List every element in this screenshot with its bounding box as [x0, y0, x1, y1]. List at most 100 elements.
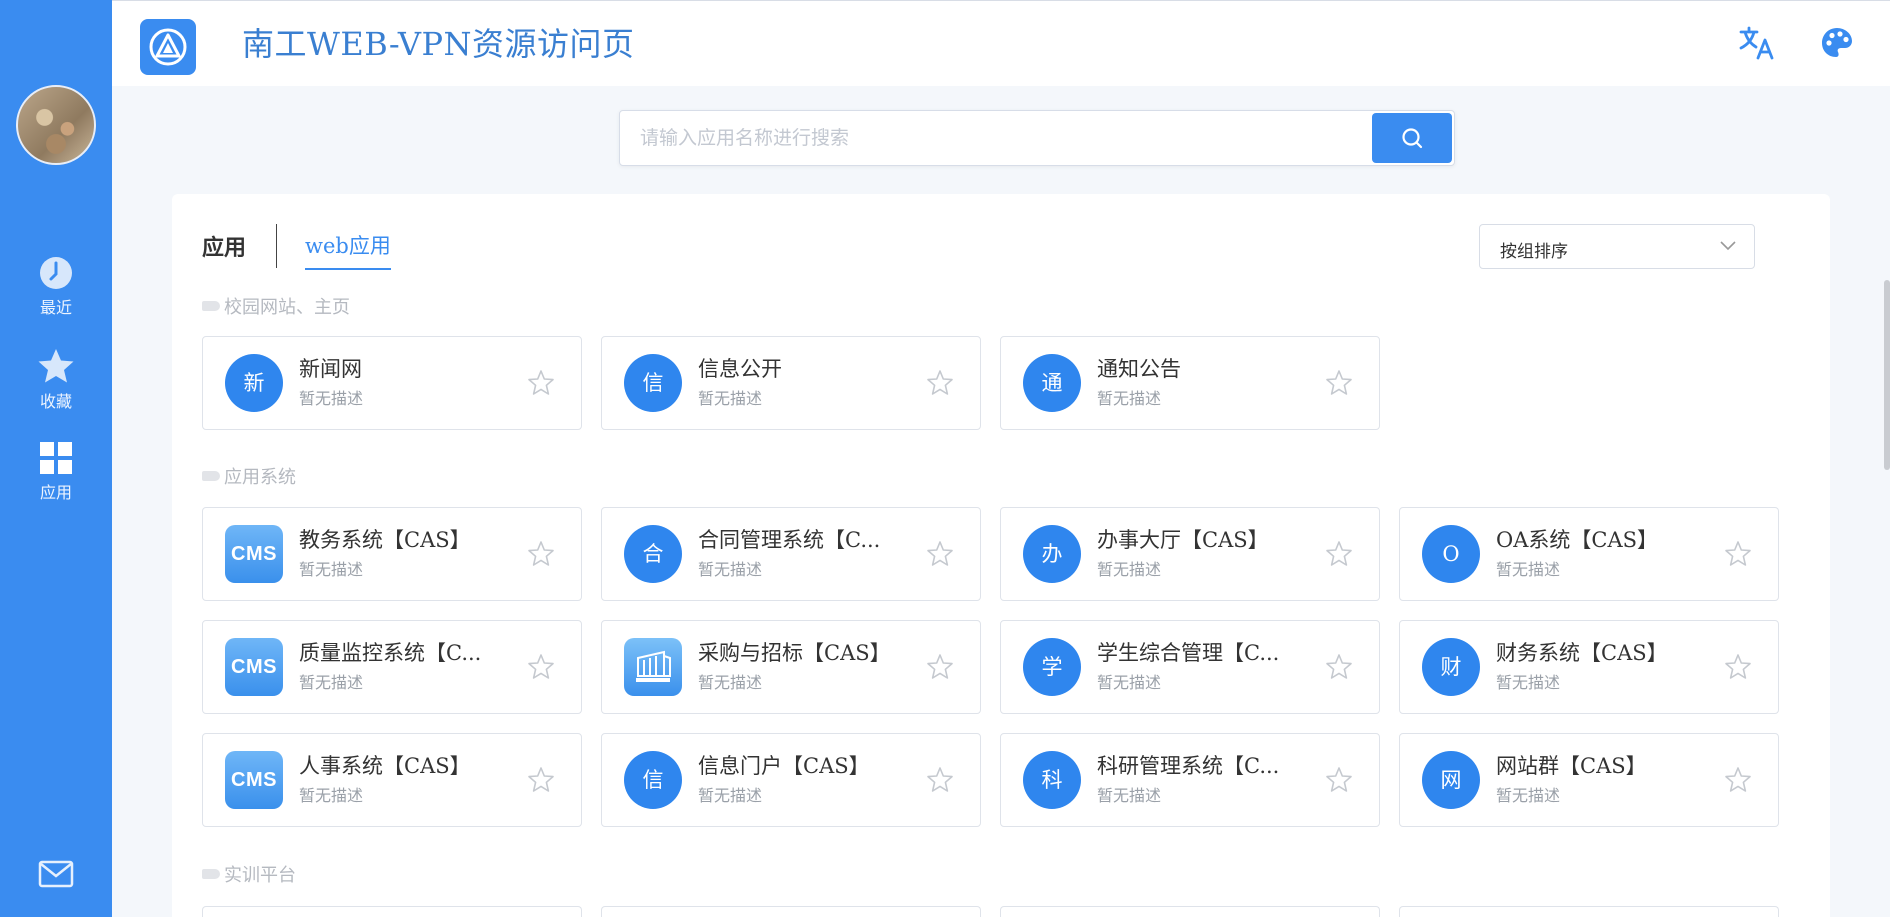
- group-title: 校园网站、主页: [202, 293, 350, 319]
- tag-icon: [202, 869, 220, 879]
- star-outline-icon[interactable]: [527, 766, 555, 794]
- app-desc: 暂无描述: [1097, 389, 1162, 408]
- app-icon: 新: [225, 354, 283, 412]
- star-outline-icon[interactable]: [926, 653, 954, 681]
- app-name: 质量监控系统【C...: [299, 641, 482, 665]
- avatar[interactable]: [16, 85, 96, 165]
- app-desc: 暂无描述: [299, 389, 364, 408]
- app-card[interactable]: CMS 质量监控系统【C... 暂无描述: [202, 620, 582, 714]
- scrollbar[interactable]: [1884, 280, 1890, 470]
- app-desc: 暂无描述: [1097, 560, 1162, 579]
- top-header: 南工WEB-VPN资源访问页: [112, 0, 1890, 86]
- group-title-text: 实训平台: [224, 865, 296, 886]
- app-icon: 合: [624, 525, 682, 583]
- sidebar-item-recent[interactable]: 最近: [0, 256, 112, 318]
- app-icon: 网: [1422, 751, 1480, 809]
- search-icon: [1402, 128, 1423, 149]
- app-name: 办事大厅【CAS】: [1097, 528, 1269, 552]
- tab-divider: [276, 224, 277, 268]
- translate-button[interactable]: [1737, 23, 1777, 63]
- star-outline-icon[interactable]: [926, 369, 954, 397]
- app-card-partial[interactable]: [202, 906, 582, 917]
- star-outline-icon[interactable]: [1724, 653, 1752, 681]
- app-name: 财务系统【CAS】: [1496, 641, 1668, 665]
- star-outline-icon[interactable]: [1325, 653, 1353, 681]
- app-desc: 暂无描述: [698, 786, 763, 805]
- app-card[interactable]: 通 通知公告 暂无描述: [1000, 336, 1380, 430]
- cms-logo-icon: CMS: [225, 638, 283, 696]
- page-title: 南工WEB-VPN资源访问页: [242, 25, 635, 63]
- tab-apps[interactable]: 应用: [202, 230, 246, 262]
- app-icon: 科: [1023, 751, 1081, 809]
- app-card[interactable]: 网 网站群【CAS】 暂无描述: [1399, 733, 1779, 827]
- search-box: [619, 110, 1455, 166]
- group-title: 应用系统: [202, 463, 296, 489]
- app-card[interactable]: 信 信息公开 暂无描述: [601, 336, 981, 430]
- app-card-partial[interactable]: [1399, 906, 1779, 917]
- app-card[interactable]: 合 合同管理系统【C... 暂无描述: [601, 507, 981, 601]
- app-card[interactable]: CMS 教务系统【CAS】 暂无描述: [202, 507, 582, 601]
- app-card[interactable]: 新 新闻网 暂无描述: [202, 336, 582, 430]
- app-icon: 办: [1023, 525, 1081, 583]
- star-outline-icon[interactable]: [1325, 369, 1353, 397]
- vpn-logo-icon[interactable]: [140, 19, 196, 75]
- search-input[interactable]: [620, 111, 1372, 165]
- sidebar-item-apps[interactable]: 应用: [0, 441, 112, 503]
- app-desc: 暂无描述: [1496, 560, 1561, 579]
- palette-icon: [1822, 28, 1852, 57]
- app-name: 合同管理系统【C...: [698, 528, 881, 552]
- app-desc: 暂无描述: [698, 389, 763, 408]
- star-outline-icon[interactable]: [1325, 766, 1353, 794]
- app-name: 采购与招标【CAS】: [698, 641, 891, 665]
- app-desc: 暂无描述: [1097, 786, 1162, 805]
- app-card[interactable]: 信 信息门户【CAS】 暂无描述: [601, 733, 981, 827]
- star-outline-icon[interactable]: [1325, 540, 1353, 568]
- star-outline-icon[interactable]: [527, 540, 555, 568]
- sidebar-item-label: 应用: [39, 483, 72, 502]
- mail-icon[interactable]: [38, 860, 74, 888]
- app-card-partial[interactable]: [601, 906, 981, 917]
- app-card[interactable]: 科 科研管理系统【C... 暂无描述: [1000, 733, 1380, 827]
- group-title-text: 校园网站、主页: [224, 297, 350, 318]
- star-outline-icon[interactable]: [527, 369, 555, 397]
- theme-button[interactable]: [1817, 23, 1857, 63]
- app-card[interactable]: 学 学生综合管理【C... 暂无描述: [1000, 620, 1380, 714]
- cms-logo-icon: CMS: [225, 525, 283, 583]
- star-outline-icon[interactable]: [926, 766, 954, 794]
- app-card-partial[interactable]: [1000, 906, 1380, 917]
- sidebar-item-label: 最近: [39, 298, 72, 317]
- app-desc: 暂无描述: [299, 786, 364, 805]
- tag-icon: [202, 301, 220, 311]
- app-name: 信息门户【CAS】: [698, 754, 870, 778]
- app-card[interactable]: 财 财务系统【CAS】 暂无描述: [1399, 620, 1779, 714]
- star-icon: [38, 349, 74, 383]
- cms-logo-icon: CMS: [225, 751, 283, 809]
- clock-icon: [40, 257, 72, 289]
- app-desc: 暂无描述: [299, 673, 364, 692]
- app-name: 科研管理系统【C...: [1097, 754, 1280, 778]
- app-name: 通知公告: [1097, 357, 1181, 381]
- app-icon: 通: [1023, 354, 1081, 412]
- sort-select[interactable]: 按组排序: [1479, 224, 1755, 269]
- sidebar-item-favorites[interactable]: 收藏: [0, 348, 112, 412]
- star-outline-icon[interactable]: [926, 540, 954, 568]
- search-button[interactable]: [1372, 113, 1452, 163]
- app-icon: O: [1422, 525, 1480, 583]
- app-card[interactable]: 采购与招标【CAS】 暂无描述: [601, 620, 981, 714]
- app-desc: 暂无描述: [1097, 673, 1162, 692]
- tab-web-apps[interactable]: web应用: [305, 230, 391, 270]
- star-outline-icon[interactable]: [527, 653, 555, 681]
- app-name: 学生综合管理【C...: [1097, 641, 1280, 665]
- tag-icon: [202, 471, 220, 481]
- grid-icon: [40, 442, 72, 474]
- app-desc: 暂无描述: [299, 560, 364, 579]
- star-outline-icon[interactable]: [1724, 766, 1752, 794]
- app-card[interactable]: O OA系统【CAS】 暂无描述: [1399, 507, 1779, 601]
- app-name: 网站群【CAS】: [1496, 754, 1647, 778]
- building-icon: [624, 638, 682, 696]
- group-title-text: 应用系统: [224, 467, 296, 488]
- app-card[interactable]: 办 办事大厅【CAS】 暂无描述: [1000, 507, 1380, 601]
- app-card[interactable]: CMS 人事系统【CAS】 暂无描述: [202, 733, 582, 827]
- star-outline-icon[interactable]: [1724, 540, 1752, 568]
- apps-panel: 应用 web应用 按组排序 校园网站、主页 新 新闻网 暂无描述 信 信息公开 …: [172, 194, 1830, 917]
